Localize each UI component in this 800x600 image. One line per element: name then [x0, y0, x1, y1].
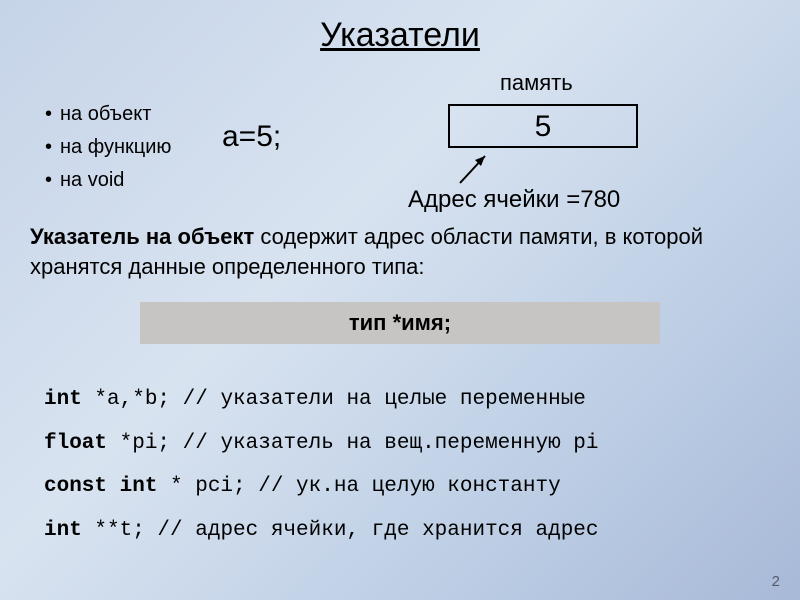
- slide-title: Указатели: [0, 0, 800, 55]
- list-item: на функцию: [45, 131, 171, 164]
- list-item: на объект: [45, 98, 171, 131]
- assignment-code: a=5;: [222, 120, 281, 154]
- definition-lead: Указатель на объект: [30, 224, 254, 249]
- code-decl: * pci;: [157, 475, 245, 498]
- code-decl: *pi;: [107, 432, 170, 455]
- list-item: на void: [45, 164, 171, 197]
- memory-label: память: [500, 70, 573, 96]
- definition-text: Указатель на объект содержит адрес облас…: [30, 222, 770, 281]
- code-block: int *a,*b; // указатели на целые перемен…: [44, 378, 599, 553]
- code-line: float *pi; // указатель на вещ.переменну…: [44, 422, 599, 466]
- code-decl: **t;: [82, 519, 145, 542]
- page-number: 2: [772, 573, 780, 590]
- cell-address-label: Адрес ячейки =780: [408, 186, 620, 214]
- bullet-list: на объект на функцию на void: [45, 98, 171, 197]
- arrow-icon: [455, 148, 495, 188]
- code-keyword: float: [44, 432, 107, 455]
- code-line: int **t; // адрес ячейки, где хранится а…: [44, 509, 599, 553]
- code-keyword: int: [44, 388, 82, 411]
- syntax-text: тип *имя;: [349, 310, 451, 335]
- code-decl: *a,*b;: [82, 388, 170, 411]
- code-comment: // указатель на вещ.переменную pi: [170, 432, 598, 455]
- code-keyword: int: [44, 519, 82, 542]
- code-comment: // ук.на целую константу: [246, 475, 561, 498]
- syntax-bar: тип *имя;: [140, 302, 660, 344]
- code-comment: // адрес ячейки, где хранится адрес: [145, 519, 599, 542]
- code-line: int *a,*b; // указатели на целые перемен…: [44, 378, 599, 422]
- code-comment: // указатели на целые переменные: [170, 388, 586, 411]
- code-line: const int * pci; // ук.на целую констант…: [44, 465, 599, 509]
- memory-cell: 5: [448, 104, 638, 148]
- code-keyword: const int: [44, 475, 157, 498]
